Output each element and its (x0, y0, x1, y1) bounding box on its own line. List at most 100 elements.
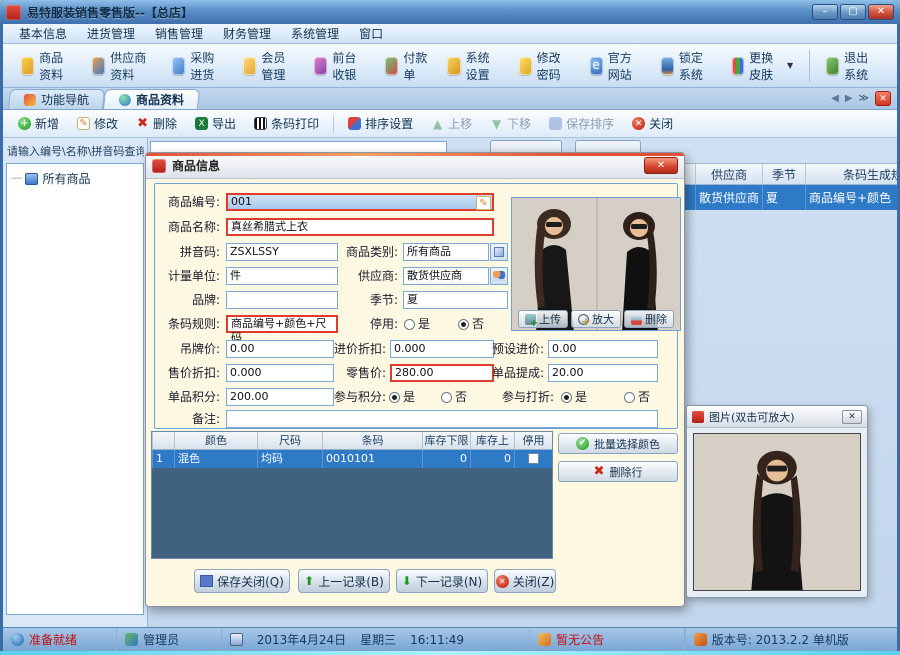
disable-no-radio[interactable]: 否 (458, 315, 484, 333)
cell-barcode: 0010101 (322, 450, 422, 468)
calendar-icon (230, 633, 243, 646)
toolbar-payment-bill[interactable]: 付款单 (377, 45, 437, 87)
plus-icon: + (18, 117, 31, 130)
category-picker-icon[interactable] (490, 243, 508, 261)
tab-close-button[interactable]: ✕ (875, 91, 891, 106)
add-button[interactable]: +新增 (11, 112, 66, 135)
toolbar-supplier-data[interactable]: 供应商资料 (84, 45, 162, 87)
edit-button[interactable]: ✎修改 (70, 112, 125, 135)
toolbar-change-skin[interactable]: 更换皮肤▼ (724, 45, 801, 87)
column-header-barcode-rule[interactable]: 条码生成规 (805, 164, 897, 184)
product-photo[interactable]: 上传 放大 删除 (511, 197, 681, 331)
toolbar-pos-cashier[interactable]: 前台收银 (306, 45, 375, 87)
disable-yes-radio[interactable]: 是 (404, 315, 430, 333)
product-name-field[interactable]: 真丝希腊式上衣 (226, 218, 494, 236)
join-points-yes-radio[interactable]: 是 (389, 388, 415, 406)
cell-barcode-rule: 商品编号+颜色 (805, 185, 897, 210)
tab-scroll-right-icon[interactable]: ▶ (845, 93, 853, 104)
batch-select-color-button[interactable]: ✔批量选择颜色 (558, 433, 678, 454)
column-stock-min[interactable]: 库存下限 (422, 432, 470, 449)
save-close-button[interactable]: 保存关闭(Q) (194, 569, 290, 593)
toolbar-exit-system[interactable]: 退出系统 (818, 45, 887, 87)
preset-purchase-label: 预设进价: (490, 340, 544, 358)
tab-function-nav[interactable]: 功能导航 (8, 89, 105, 109)
image-panel-close-button[interactable]: ✕ (842, 410, 862, 424)
move-down-button[interactable]: ▼下移 (483, 112, 538, 135)
pencil-icon: ✎ (77, 117, 90, 130)
photo-delete-button[interactable]: 删除 (624, 310, 674, 328)
toolbar-product-data[interactable]: 商品资料 (13, 45, 82, 87)
delete-row-button[interactable]: ✖删除行 (558, 461, 678, 482)
tab-product-data[interactable]: 商品资料 (103, 89, 200, 109)
sku-row-selected[interactable]: 1 混色 均码 0010101 0 0 (152, 450, 552, 468)
save-sort-button[interactable]: 保存排序 (542, 112, 621, 135)
unit-field[interactable]: 件 (226, 267, 338, 285)
minimize-button[interactable]: – (812, 4, 838, 20)
remark-field[interactable] (226, 410, 658, 428)
purchase-discount-field[interactable]: 0.000 (390, 340, 494, 358)
join-points-no-radio[interactable]: 否 (441, 388, 467, 406)
pinyin-field[interactable]: ZSXLSSY (226, 243, 338, 261)
product-no-field[interactable]: 001 ✎ (226, 193, 494, 211)
next-record-button[interactable]: ⬇下一记录(N) (396, 569, 488, 593)
up-arrow-icon: ⬆ (304, 574, 314, 588)
photo-zoom-button[interactable]: 放大 (571, 310, 621, 328)
dialog-close-button[interactable]: ✕ (644, 157, 678, 174)
column-stock-max[interactable]: 库存上限 (470, 432, 514, 449)
preset-purchase-field[interactable]: 0.00 (548, 340, 658, 358)
toolbar-change-password[interactable]: 修改密码 (511, 45, 580, 87)
retail-price-field[interactable]: 280.00 (390, 364, 494, 382)
image-panel-photo[interactable] (693, 433, 861, 591)
delete-button[interactable]: ✖删除 (129, 112, 184, 135)
disabled-checkbox[interactable] (528, 453, 539, 464)
season-field[interactable]: 夏 (403, 291, 508, 309)
menu-purchase[interactable]: 进货管理 (79, 24, 143, 43)
maximize-button[interactable]: ▢ (840, 4, 866, 20)
toolbar-separator (333, 115, 334, 133)
barcode-print-button[interactable]: 条码打印 (247, 112, 326, 135)
sort-settings-button[interactable]: 排序设置 (341, 112, 420, 135)
button-label: 关闭 (649, 115, 673, 132)
menu-sales[interactable]: 销售管理 (147, 24, 211, 43)
column-header-season[interactable]: 季节 (762, 164, 805, 184)
toolbar-system-settings[interactable]: 系统设置 (439, 45, 508, 87)
toolbar-purchase-in[interactable]: 采购进货 (164, 45, 233, 87)
menu-basic-info[interactable]: 基本信息 (11, 24, 75, 43)
menu-finance[interactable]: 财务管理 (215, 24, 279, 43)
commission-field[interactable]: 20.00 (548, 364, 658, 382)
category-field[interactable]: 所有商品 (403, 243, 489, 261)
tree-item-all-products[interactable]: ---- 所有商品 (11, 170, 139, 187)
move-up-button[interactable]: ▲上移 (424, 112, 479, 135)
toolbar-member-mgmt[interactable]: 会员管理 (235, 45, 304, 87)
tab-scroll-left-icon[interactable]: ◀ (831, 93, 839, 104)
close-button[interactable]: ✕ (868, 4, 894, 20)
toolbar-label: 商品资料 (39, 49, 74, 83)
join-discount-no-radio[interactable]: 否 (624, 388, 650, 406)
tag-price-label: 吊牌价: (146, 340, 220, 358)
previous-record-button[interactable]: ⬆上一记录(B) (298, 569, 390, 593)
toolbar-lock-system[interactable]: 锁定系统 (653, 45, 722, 87)
edit-pencil-icon[interactable]: ✎ (476, 196, 491, 210)
close-tab-button[interactable]: ✕关闭 (625, 112, 680, 135)
photo-upload-button[interactable]: 上传 (518, 310, 568, 328)
brand-field[interactable] (226, 291, 338, 309)
barcode-rule-field[interactable]: 商品编号+颜色+尺码 (226, 315, 338, 333)
status-notice[interactable]: 暂无公告 (530, 628, 685, 651)
join-discount-yes-radio[interactable]: 是 (561, 388, 587, 406)
dialog-close-bottom-button[interactable]: ✕关闭(Z) (494, 569, 556, 593)
supplier-field[interactable]: 散货供应商 (403, 267, 489, 285)
toolbar-official-website[interactable]: e官方网站 (582, 45, 651, 87)
column-header-supplier[interactable]: 供应商 (695, 164, 762, 184)
column-color[interactable]: 颜色 (174, 432, 257, 449)
column-disabled[interactable]: 停用 (514, 432, 552, 449)
column-size[interactable]: 尺码 (257, 432, 322, 449)
column-barcode[interactable]: 条码 (322, 432, 422, 449)
toolbar-label: 官方网站 (608, 49, 643, 83)
menu-window[interactable]: 窗口 (351, 24, 391, 43)
export-button[interactable]: X导出 (188, 112, 243, 135)
purchase-discount-label: 进价折扣: (314, 340, 386, 358)
lock-monitor-icon (661, 57, 674, 75)
tab-list-icon[interactable]: ≫ (859, 93, 869, 104)
menu-system[interactable]: 系统管理 (283, 24, 347, 43)
supplier-picker-icon[interactable] (490, 267, 508, 285)
